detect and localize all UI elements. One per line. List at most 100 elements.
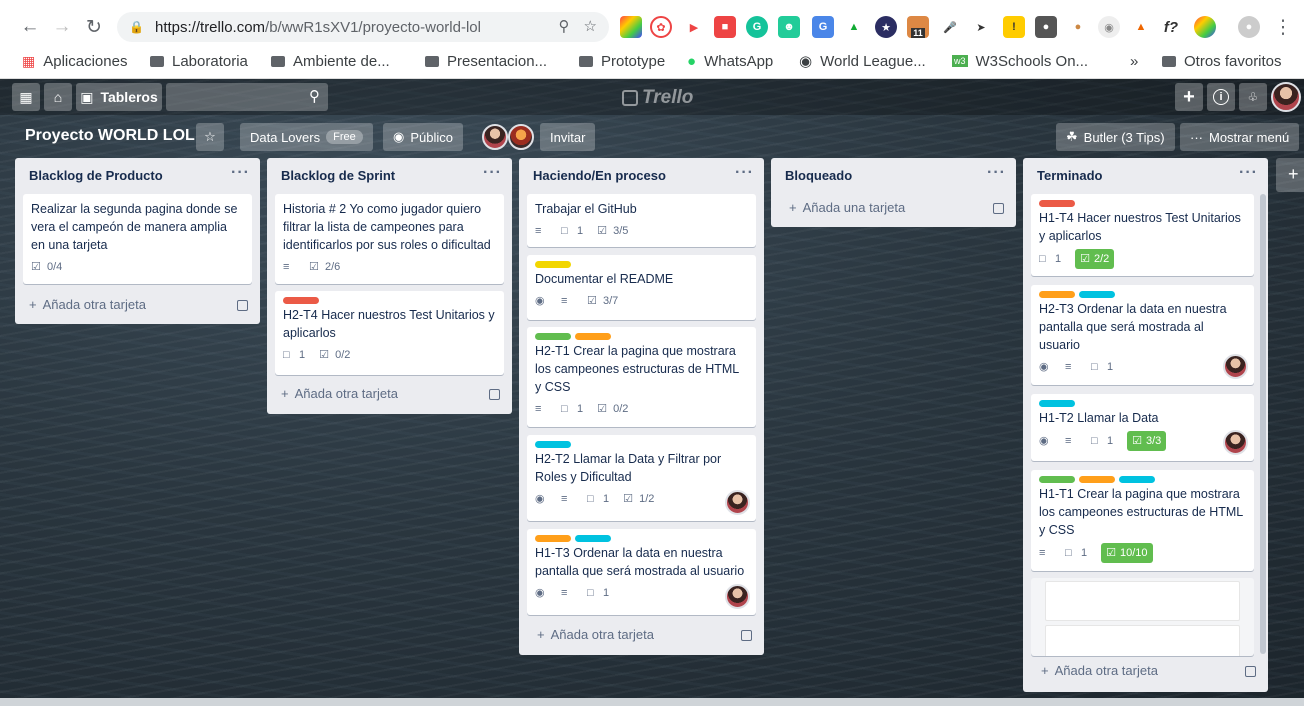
extension-icon[interactable]: ●: [1067, 16, 1089, 38]
list-title[interactable]: Blacklog de Sprint: [281, 168, 395, 183]
extension-icon[interactable]: ✿: [650, 16, 672, 38]
list-menu-icon[interactable]: ···: [987, 164, 1006, 182]
checklist-badge: ☑ 0/4: [31, 258, 62, 276]
bookmark-whatsapp[interactable]: ● WhatsApp: [687, 53, 773, 70]
add-card-button[interactable]: + Añada otra tarjeta: [1041, 663, 1158, 678]
extension-icon[interactable]: ▲: [1130, 16, 1152, 38]
back-icon[interactable]: ←: [17, 14, 43, 40]
extension-icon[interactable]: ★: [875, 16, 897, 38]
list-scrollbar[interactable]: [1260, 194, 1266, 654]
extension-icon[interactable]: [1194, 16, 1216, 38]
extension-icon[interactable]: ◉: [1098, 16, 1120, 38]
extension-icon[interactable]: G: [812, 16, 834, 38]
card-member-avatar[interactable]: [725, 490, 750, 515]
card-template-icon[interactable]: [993, 203, 1004, 214]
list-menu-icon[interactable]: ···: [231, 164, 250, 182]
list-menu-icon[interactable]: ···: [483, 164, 502, 182]
trello-logo[interactable]: Trello: [622, 87, 693, 109]
show-menu-button[interactable]: ··· Mostrar menú: [1180, 123, 1300, 151]
extension-icon[interactable]: ▶: [683, 16, 705, 38]
list-menu-icon[interactable]: ···: [1239, 164, 1258, 182]
search-input[interactable]: ⚲: [166, 83, 328, 111]
extension-icon[interactable]: ■: [714, 16, 736, 38]
home-button[interactable]: ⌂: [44, 83, 72, 111]
card[interactable]: H1-T1 Crear la pagina que mostrara los c…: [1031, 470, 1254, 571]
board-title[interactable]: Proyecto WORLD LOL: [25, 127, 195, 145]
card[interactable]: Historia # 2 Yo como jugador quiero filt…: [275, 194, 504, 284]
butler-button[interactable]: ☘ Butler (3 Tips): [1056, 123, 1175, 151]
address-bar[interactable]: 🔒 https://trello.com/b/wwR1sXV1/proyecto…: [117, 12, 609, 42]
bookmark-star-icon[interactable]: ☆: [584, 17, 597, 35]
add-card-button[interactable]: + Añada otra tarjeta: [29, 297, 146, 312]
star-board-button[interactable]: ☆: [196, 123, 224, 151]
extension-icon[interactable]: 11: [907, 16, 929, 38]
bookmarks-overflow[interactable]: »: [1130, 53, 1138, 70]
invite-button[interactable]: Invitar: [540, 123, 596, 151]
card-template-icon[interactable]: [741, 630, 752, 641]
list-title[interactable]: Terminado: [1037, 168, 1103, 183]
list-title[interactable]: Bloqueado: [785, 168, 852, 183]
card[interactable]: Documentar el README ◉ ≡ ☑ 3/7: [527, 255, 756, 320]
extension-icon[interactable]: ☻: [778, 16, 800, 38]
profile-icon[interactable]: ●: [1238, 16, 1260, 38]
card-template-icon[interactable]: [1245, 666, 1256, 677]
font-extension-icon[interactable]: f?: [1160, 16, 1182, 38]
reload-icon[interactable]: ↻: [81, 14, 107, 40]
card-member-avatar[interactable]: [1223, 430, 1248, 455]
user-avatar[interactable]: [1271, 82, 1301, 112]
extension-icon[interactable]: ➤: [970, 16, 992, 38]
extension-icon[interactable]: !: [1003, 16, 1025, 38]
add-list-button[interactable]: +: [1276, 158, 1304, 192]
extension-icon[interactable]: [620, 16, 642, 38]
card[interactable]: H2-T1 Crear la pagina que mostrara los c…: [527, 327, 756, 427]
add-card-button[interactable]: + Añada otra tarjeta: [281, 386, 398, 401]
bookmark-world-league[interactable]: ◉ World League...: [799, 52, 926, 71]
microphone-icon[interactable]: 🎤: [939, 16, 961, 38]
card[interactable]: H1-T4 Hacer nuestros Test Unitarios y ap…: [1031, 194, 1254, 276]
extension-icon[interactable]: G: [746, 16, 768, 38]
card-member-avatar[interactable]: [1223, 354, 1248, 379]
list-title[interactable]: Blacklog de Producto: [29, 168, 163, 183]
boards-button[interactable]: ▣ Tableros: [76, 83, 162, 111]
visibility-button[interactable]: ◉ Público: [383, 123, 463, 151]
team-button[interactable]: Data Lovers Free: [240, 123, 373, 151]
card[interactable]: H1-T3 Ordenar la data en nuestra pantall…: [527, 529, 756, 615]
create-button[interactable]: +: [1175, 83, 1203, 111]
info-button[interactable]: i: [1207, 83, 1235, 111]
notifications-button[interactable]: ♧: [1239, 83, 1267, 111]
home-icon: ⌂: [53, 89, 63, 105]
card[interactable]: H2-T4 Hacer nuestros Test Unitarios y ap…: [275, 291, 504, 375]
card-template-icon[interactable]: [489, 389, 500, 400]
bookmark-other[interactable]: Otros favoritos: [1162, 53, 1282, 70]
add-card-button[interactable]: + Añada una tarjeta: [789, 200, 905, 215]
list-menu-icon[interactable]: ···: [735, 164, 754, 182]
bookmark-apps[interactable]: ▦ Aplicaciones: [22, 53, 127, 70]
add-card-button[interactable]: + Añada otra tarjeta: [537, 627, 654, 642]
card-template-icon[interactable]: [237, 300, 248, 311]
zoom-search-icon[interactable]: ⚲: [559, 17, 570, 35]
card-title: H2-T3 Ordenar la data en nuestra pantall…: [1039, 302, 1227, 352]
card[interactable]: H1-T2 Llamar la Data ◉ ≡ □ 1 ☑ 3/3: [1031, 394, 1254, 461]
card-member-avatar[interactable]: [725, 584, 750, 609]
card[interactable]: Realizar la segunda pagina donde se vera…: [23, 194, 252, 284]
extension-icon[interactable]: ●: [1035, 16, 1057, 38]
bookmark-folder[interactable]: Presentacion...: [425, 53, 547, 70]
extension-icon[interactable]: ▲: [843, 16, 865, 38]
card[interactable]: Trabajar el GitHub ≡ □ 1 ☑ 3/5: [527, 194, 756, 247]
member-avatar[interactable]: [508, 124, 534, 150]
checkbox-icon: ☑: [1132, 435, 1142, 447]
forward-icon[interactable]: →: [49, 14, 75, 40]
chrome-menu-icon[interactable]: ⋮: [1270, 14, 1296, 40]
description-icon: ≡: [535, 225, 542, 237]
member-avatar[interactable]: [482, 124, 508, 150]
bookmark-w3schools[interactable]: w3 W3Schools On...: [952, 53, 1088, 70]
card[interactable]: H2-T2 Llamar la Data y Filtrar por Roles…: [527, 435, 756, 521]
team-label: Data Lovers: [250, 129, 321, 145]
apps-switcher-button[interactable]: ▦: [12, 83, 40, 111]
card[interactable]: H2-T3 Ordenar la data en nuestra pantall…: [1031, 285, 1254, 385]
bookmark-folder[interactable]: Prototype: [579, 53, 665, 70]
list-title[interactable]: Haciendo/En proceso: [533, 168, 666, 183]
card-image-cover[interactable]: [1031, 578, 1254, 656]
bookmark-folder[interactable]: Ambiente de...: [271, 53, 390, 70]
bookmark-folder[interactable]: Laboratoria: [150, 53, 248, 70]
